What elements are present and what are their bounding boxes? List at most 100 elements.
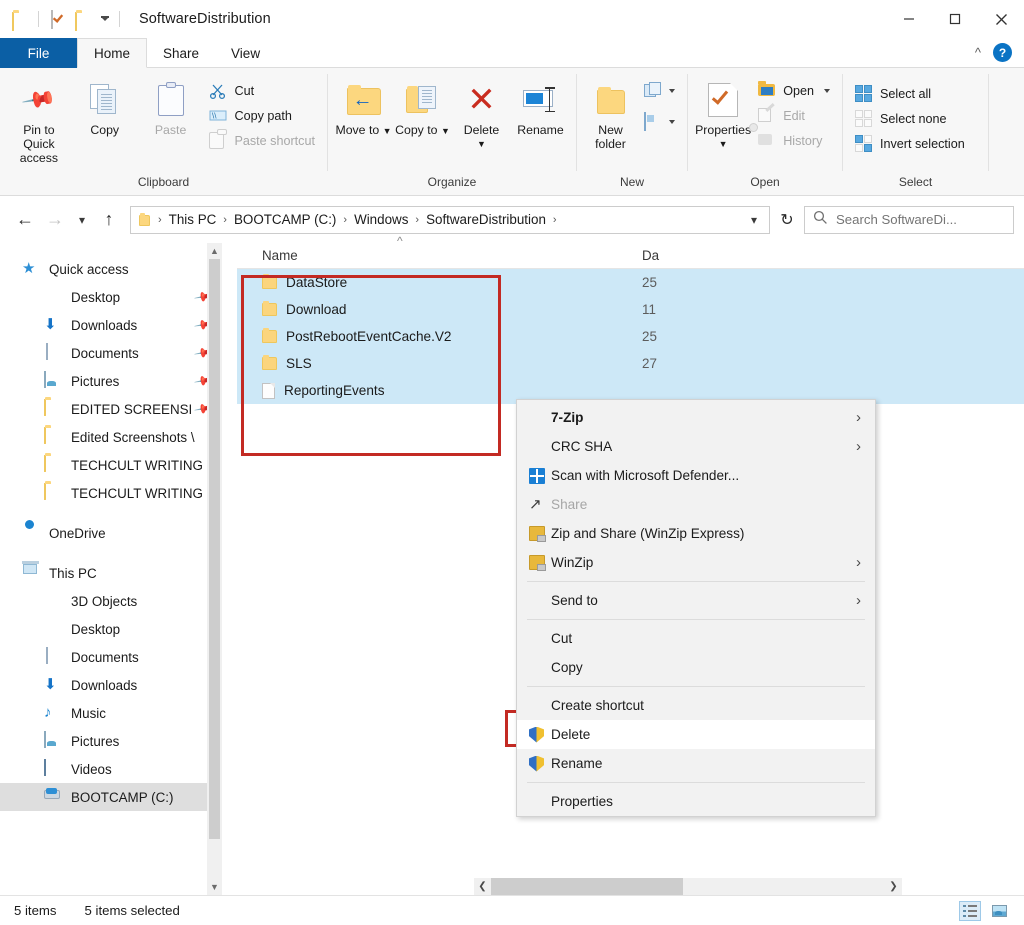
nav-scroll-thumb[interactable] bbox=[209, 259, 220, 839]
sidebar-item-pc-documents[interactable]: Documents bbox=[0, 643, 222, 671]
breadcrumb-item-windows[interactable]: Windows bbox=[350, 212, 412, 227]
copy-label: Copy bbox=[90, 123, 119, 137]
sidebar-item-techcult-writing-1[interactable]: TECHCULT WRITING bbox=[0, 451, 222, 479]
easy-access-chevron-down-icon[interactable] bbox=[669, 120, 675, 124]
context-menu-item-share[interactable]: ↗ Share bbox=[517, 490, 875, 519]
copy-button[interactable]: Copy bbox=[72, 74, 138, 137]
collapse-ribbon-chevron-up-icon[interactable]: ^ bbox=[975, 45, 981, 60]
close-button[interactable] bbox=[978, 0, 1024, 38]
sidebar-item-onedrive[interactable]: OneDrive bbox=[0, 519, 222, 547]
sidebar-item-downloads[interactable]: ⬇ Downloads 📌 bbox=[0, 311, 222, 339]
large-icons-view-button[interactable] bbox=[988, 901, 1010, 921]
forward-button[interactable]: → bbox=[40, 205, 70, 235]
select-all-button[interactable]: Select all bbox=[849, 82, 971, 106]
nav-scroll-down-icon[interactable]: ▼ bbox=[207, 879, 222, 895]
context-menu-item-rename[interactable]: Rename bbox=[517, 749, 875, 778]
sidebar-item-pictures[interactable]: Pictures 📌 bbox=[0, 367, 222, 395]
rename-button[interactable]: Rename bbox=[511, 74, 570, 137]
context-menu-item-create-shortcut[interactable]: Create shortcut bbox=[517, 691, 875, 720]
table-row[interactable]: Download 11 bbox=[237, 296, 1024, 323]
delete-button[interactable]: ✕ Delete ▼ bbox=[452, 74, 511, 151]
move-to-button[interactable]: ← Move to ▼ bbox=[334, 74, 393, 138]
context-menu-item-send-to[interactable]: Send to › bbox=[517, 586, 875, 615]
breadcrumb-item-this-pc[interactable]: This PC bbox=[165, 212, 221, 227]
hscroll-thumb[interactable] bbox=[491, 878, 683, 895]
help-icon[interactable]: ? bbox=[993, 43, 1012, 62]
table-row[interactable]: SLS 27 bbox=[237, 350, 1024, 377]
sidebar-item-music[interactable]: ♪ Music bbox=[0, 699, 222, 727]
new-item-button[interactable] bbox=[638, 79, 681, 103]
context-menu-item-7-zip[interactable]: 7-Zip › bbox=[517, 403, 875, 432]
properties-button[interactable]: Properties ▼ bbox=[694, 74, 752, 151]
sidebar-item-techcult-writing-2[interactable]: TECHCULT WRITING bbox=[0, 479, 222, 507]
paste-button[interactable]: Paste bbox=[138, 74, 204, 137]
table-row[interactable]: DataStore 25 bbox=[237, 269, 1024, 296]
refresh-button[interactable]: ↻ bbox=[770, 206, 804, 234]
back-button[interactable]: ← bbox=[10, 205, 40, 235]
tab-home[interactable]: Home bbox=[77, 38, 147, 68]
sidebar-item-quick-access[interactable]: ★ Quick access bbox=[0, 255, 222, 283]
context-menu-item-copy[interactable]: Copy bbox=[517, 653, 875, 682]
copy-to-button[interactable]: Copy to ▼ bbox=[393, 74, 452, 138]
pin-icon: 📌 bbox=[25, 80, 52, 120]
cut-button[interactable]: Cut bbox=[203, 79, 321, 103]
horizontal-scrollbar[interactable]: ❮ ❯ bbox=[474, 878, 902, 895]
nav-scroll-up-icon[interactable]: ▲ bbox=[207, 243, 222, 259]
tab-share[interactable]: Share bbox=[147, 38, 215, 68]
new-item-chevron-down-icon[interactable] bbox=[669, 89, 675, 93]
sidebar-item-pc-downloads[interactable]: ⬇ Downloads bbox=[0, 671, 222, 699]
column-header-date[interactable]: Da bbox=[642, 248, 659, 263]
open-button[interactable]: Open bbox=[752, 79, 836, 103]
invert-selection-button[interactable]: Invert selection bbox=[849, 132, 971, 156]
sidebar-item-pc-desktop[interactable]: Desktop bbox=[0, 615, 222, 643]
up-button[interactable]: ↑ bbox=[94, 205, 124, 235]
sidebar-item-videos[interactable]: Videos bbox=[0, 755, 222, 783]
easy-access-button[interactable] bbox=[638, 110, 681, 134]
hscroll-track[interactable] bbox=[491, 878, 885, 895]
sidebar-item-3d-objects[interactable]: 3D Objects bbox=[0, 587, 222, 615]
hscroll-left-icon[interactable]: ❮ bbox=[474, 881, 491, 892]
context-menu-item-cut[interactable]: Cut bbox=[517, 624, 875, 653]
navigation-pane-scrollbar[interactable]: ▲ ▼ bbox=[207, 243, 222, 895]
search-input[interactable]: Search SoftwareDi... bbox=[804, 206, 1014, 234]
edit-button[interactable]: Edit bbox=[752, 104, 836, 128]
customize-qat-chevron-down-icon[interactable] bbox=[101, 17, 109, 21]
sidebar-item-documents[interactable]: Documents 📌 bbox=[0, 339, 222, 367]
paste-shortcut-button[interactable]: Paste shortcut bbox=[203, 129, 321, 153]
context-menu-item-scan-with-defender[interactable]: Scan with Microsoft Defender... bbox=[517, 461, 875, 490]
sidebar-item-edited-screensi[interactable]: EDITED SCREENSI 📌 bbox=[0, 395, 222, 423]
select-none-button[interactable]: Select none bbox=[849, 107, 971, 131]
context-menu-item-properties[interactable]: Properties bbox=[517, 787, 875, 816]
new-folder-qat-icon[interactable] bbox=[73, 10, 91, 28]
open-chevron-down-icon[interactable] bbox=[824, 89, 830, 93]
sidebar-item-edited-screenshots[interactable]: Edited Screenshots \ bbox=[0, 423, 222, 451]
properties-qat-icon[interactable] bbox=[49, 10, 67, 28]
copy-to-text: Copy to bbox=[395, 123, 437, 137]
recent-locations-chevron-down-icon[interactable]: ▾ bbox=[70, 205, 94, 235]
breadcrumb-item-bootcamp[interactable]: BOOTCAMP (C:) bbox=[230, 212, 340, 227]
breadcrumb-item-softwaredistribution[interactable]: SoftwareDistribution bbox=[422, 212, 550, 227]
context-menu-label-cut: Cut bbox=[529, 631, 572, 646]
new-folder-button[interactable]: New folder bbox=[583, 74, 638, 151]
minimize-button[interactable] bbox=[886, 0, 932, 38]
table-row[interactable]: PostRebootEventCache.V2 25 bbox=[237, 323, 1024, 350]
context-menu-item-crc-sha[interactable]: CRC SHA › bbox=[517, 432, 875, 461]
details-view-button[interactable] bbox=[959, 901, 981, 921]
previous-locations-chevron-down-icon[interactable]: ▾ bbox=[741, 213, 767, 227]
history-button[interactable]: History bbox=[752, 129, 836, 153]
column-header-name[interactable]: Name bbox=[237, 248, 397, 263]
tab-view[interactable]: View bbox=[215, 38, 276, 68]
sidebar-item-this-pc[interactable]: This PC bbox=[0, 559, 222, 587]
context-menu-item-zip-and-share[interactable]: Zip and Share (WinZip Express) bbox=[517, 519, 875, 548]
breadcrumb[interactable]: › This PC › BOOTCAMP (C:) › Windows › So… bbox=[130, 206, 770, 234]
pin-to-quick-access-button[interactable]: 📌 Pin to Quick access bbox=[6, 74, 72, 165]
context-menu-item-delete[interactable]: Delete bbox=[517, 720, 875, 749]
sidebar-item-desktop[interactable]: Desktop 📌 bbox=[0, 283, 222, 311]
maximize-button[interactable] bbox=[932, 0, 978, 38]
hscroll-right-icon[interactable]: ❯ bbox=[885, 881, 902, 892]
sidebar-item-bootcamp-c[interactable]: BOOTCAMP (C:) bbox=[0, 783, 222, 811]
tab-file[interactable]: File bbox=[0, 38, 77, 68]
sidebar-item-pc-pictures[interactable]: Pictures bbox=[0, 727, 222, 755]
context-menu-item-winzip[interactable]: WinZip › bbox=[517, 548, 875, 577]
copy-path-button[interactable]: \\ Copy path bbox=[203, 104, 321, 128]
